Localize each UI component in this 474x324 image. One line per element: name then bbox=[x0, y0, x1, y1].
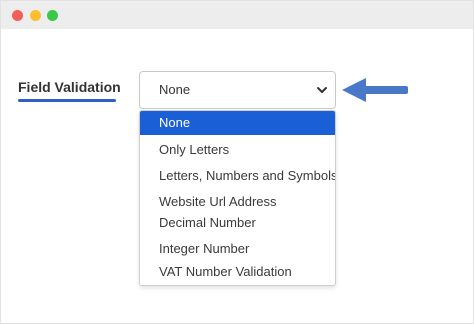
validation-options-dropdown: None Only Letters Letters, Numbers and S… bbox=[139, 110, 336, 286]
option-decimal-number[interactable]: Decimal Number bbox=[140, 211, 335, 235]
field-validation-select[interactable]: None bbox=[139, 71, 336, 109]
select-current-value: None bbox=[159, 82, 191, 97]
chevron-down-icon bbox=[317, 87, 327, 93]
option-letters-numbers-symbols[interactable]: Letters, Numbers and Symbols bbox=[140, 164, 335, 188]
option-vat-number-validation[interactable]: VAT Number Validation bbox=[140, 260, 335, 284]
window-titlebar bbox=[1, 1, 473, 29]
option-only-letters[interactable]: Only Letters bbox=[140, 138, 335, 162]
field-label-underline bbox=[18, 99, 116, 102]
option-none[interactable]: None bbox=[140, 111, 335, 135]
pointer-arrow-icon bbox=[342, 78, 408, 102]
app-window: Field Validation None None Only Letters … bbox=[0, 0, 474, 324]
close-window-button[interactable] bbox=[12, 10, 23, 21]
minimize-window-button[interactable] bbox=[30, 10, 41, 21]
option-integer-number[interactable]: Integer Number bbox=[140, 237, 335, 261]
field-validation-label: Field Validation bbox=[18, 79, 121, 95]
maximize-window-button[interactable] bbox=[47, 10, 58, 21]
